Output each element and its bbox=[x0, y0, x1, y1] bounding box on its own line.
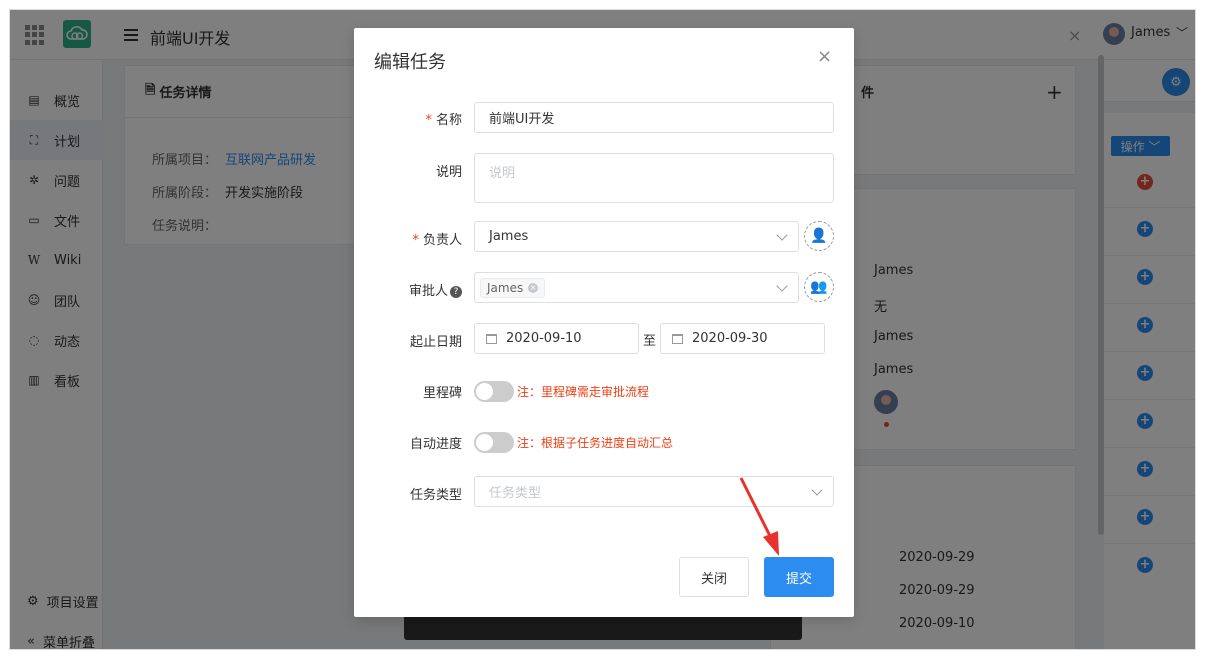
auto-progress-label: 自动进度 bbox=[409, 437, 462, 452]
edit-task-modal: 编辑任务 × *名称 前端UI开发 说明 *负责人 James 👤 审批人? J… bbox=[354, 28, 854, 617]
calendar-icon bbox=[486, 333, 497, 344]
task-type-select[interactable]: 任务类型 bbox=[474, 476, 834, 507]
description-textarea[interactable] bbox=[474, 153, 834, 203]
owner-label: * 负责人 bbox=[412, 233, 462, 248]
auto-progress-note: 注：根据子任务进度自动汇总 bbox=[517, 436, 674, 450]
desc-label: 说明 bbox=[435, 165, 462, 180]
auto-progress-toggle[interactable] bbox=[474, 432, 514, 453]
approver-tag[interactable]: James × bbox=[480, 277, 546, 298]
close-button[interactable]: 关闭 bbox=[679, 557, 749, 597]
milestone-toggle[interactable] bbox=[474, 381, 514, 402]
start-date-input[interactable]: 2020-09-10 bbox=[474, 323, 639, 354]
tag-close-icon[interactable]: × bbox=[528, 282, 539, 293]
approver-select[interactable]: James × bbox=[474, 272, 799, 303]
chevron-down-icon bbox=[811, 484, 823, 496]
chevron-down-icon bbox=[776, 229, 788, 241]
date-separator: 至 bbox=[643, 334, 657, 349]
pick-owner-user-icon[interactable]: 👤 bbox=[804, 221, 834, 251]
help-icon: ? bbox=[450, 286, 462, 298]
milestone-note: 注：里程碑需走审批流程 bbox=[517, 385, 650, 399]
calendar-icon bbox=[672, 333, 683, 344]
name-input-value: 前端UI开发 bbox=[489, 112, 555, 127]
task-type-label: 任务类型 bbox=[409, 488, 462, 503]
close-icon[interactable]: × bbox=[817, 46, 832, 67]
pick-approver-users-icon[interactable]: 👥 bbox=[804, 272, 834, 302]
name-input[interactable]: 前端UI开发 bbox=[474, 102, 834, 133]
owner-select[interactable]: James bbox=[474, 221, 799, 252]
start-date-value: 2020-09-10 bbox=[506, 331, 582, 346]
end-date-input[interactable]: 2020-09-30 bbox=[660, 323, 825, 354]
milestone-label: 里程碑 bbox=[422, 386, 462, 401]
date-range-label: 起止日期 bbox=[409, 335, 462, 350]
submit-button[interactable]: 提交 bbox=[764, 557, 834, 597]
owner-select-value: James bbox=[489, 229, 529, 244]
name-label: * 名称 bbox=[425, 113, 462, 128]
chevron-down-icon bbox=[776, 280, 788, 292]
approver-label: 审批人? bbox=[372, 280, 462, 299]
end-date-value: 2020-09-30 bbox=[692, 331, 768, 346]
task-type-placeholder: 任务类型 bbox=[489, 486, 542, 501]
modal-title: 编辑任务 bbox=[374, 52, 446, 73]
